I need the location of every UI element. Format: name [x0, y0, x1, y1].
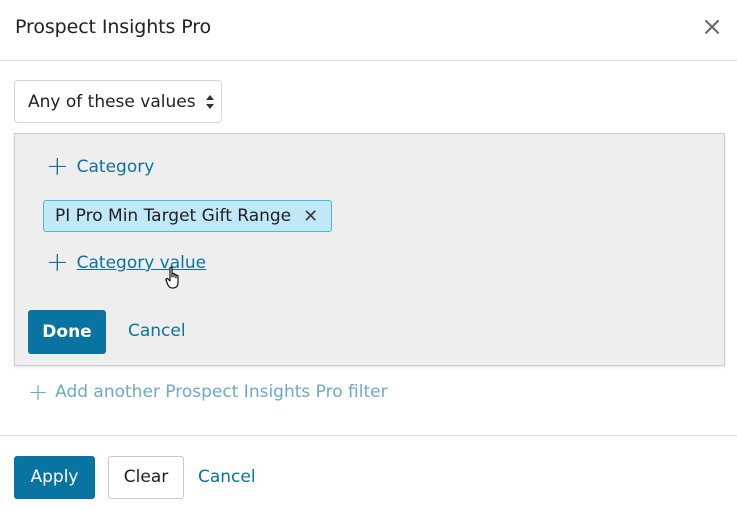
dialog-header: Prospect Insights Pro ×	[0, 0, 737, 61]
dialog-title: Prospect Insights Pro	[15, 16, 212, 38]
category-chip: PI Pro Min Target Gift Range ✕	[43, 200, 333, 232]
dialog-footer: Apply Clear Cancel	[0, 435, 737, 511]
category-chip-label: PI Pro Min Target Gift Range	[55, 206, 292, 226]
add-another-filter-label: Add another Prospect Insights Pro filter	[55, 382, 388, 402]
plus-icon: +	[46, 151, 69, 182]
clear-button[interactable]: Clear	[108, 456, 184, 499]
footer-cancel-link[interactable]: Cancel	[198, 467, 256, 487]
sort-caret-icon	[206, 95, 214, 109]
done-button[interactable]: Done	[28, 310, 106, 354]
add-category-value-label: Category value	[76, 253, 207, 273]
add-category-link[interactable]: + Category	[46, 151, 155, 182]
plus-icon: +	[28, 378, 49, 406]
plus-icon: +	[46, 247, 69, 278]
add-category-label: Category	[76, 157, 155, 177]
match-type-select[interactable]: Any of these values	[14, 80, 222, 123]
apply-button[interactable]: Apply	[14, 456, 95, 499]
add-another-filter-link[interactable]: + Add another Prospect Insights Pro filt…	[28, 378, 388, 406]
filter-dialog: Prospect Insights Pro × Any of these val…	[0, 0, 737, 511]
filter-edit-panel: + Category PI Pro Min Target Gift Range …	[14, 133, 725, 366]
close-icon[interactable]: ×	[701, 14, 723, 40]
match-type-value: Any of these values	[28, 92, 196, 112]
remove-chip-icon[interactable]: ✕	[303, 206, 318, 227]
panel-cancel-link[interactable]: Cancel	[128, 321, 186, 341]
hand-pointer-cursor-icon	[165, 266, 179, 289]
